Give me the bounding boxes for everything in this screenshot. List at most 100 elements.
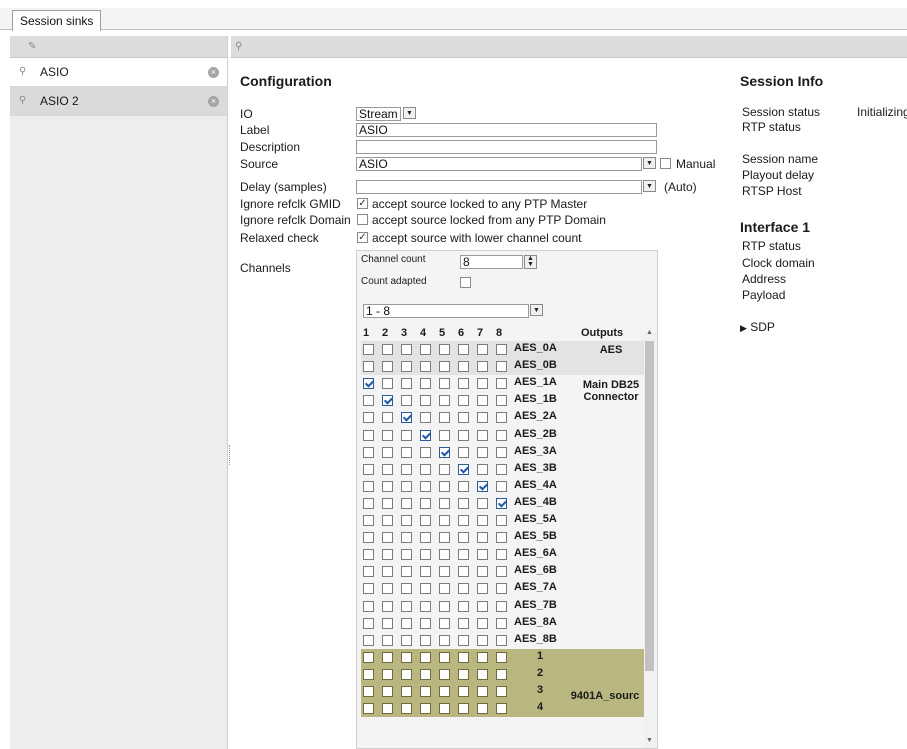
tab-session-sinks[interactable]: Session sinks	[12, 10, 102, 31]
routing-checkbox[interactable]	[496, 497, 507, 509]
routing-checkbox[interactable]	[401, 497, 412, 509]
routing-checkbox[interactable]	[382, 480, 393, 492]
routing-checkbox[interactable]	[439, 497, 450, 509]
routing-checkbox[interactable]	[496, 480, 507, 492]
routing-checkbox[interactable]	[458, 566, 469, 578]
routing-checkbox[interactable]	[439, 634, 450, 646]
routing-checkbox[interactable]	[363, 634, 374, 646]
routing-checkbox[interactable]	[401, 532, 412, 544]
routing-checkbox[interactable]	[382, 634, 393, 646]
channel-count-stepper[interactable]: 8	[460, 255, 523, 269]
routing-checkbox[interactable]	[477, 463, 488, 475]
routing-checkbox[interactable]	[420, 583, 431, 595]
routing-checkbox[interactable]	[477, 703, 488, 715]
routing-checkbox[interactable]	[420, 446, 431, 458]
routing-checkbox[interactable]	[496, 634, 507, 646]
routing-checkbox[interactable]	[420, 497, 431, 509]
routing-checkbox[interactable]	[439, 617, 450, 629]
routing-checkbox[interactable]	[363, 566, 374, 578]
routing-checkbox[interactable]	[382, 583, 393, 595]
close-icon[interactable]: ×	[208, 67, 219, 78]
routing-checkbox[interactable]	[420, 549, 431, 561]
routing-checkbox[interactable]	[382, 429, 393, 441]
manual-checkbox[interactable]	[660, 158, 671, 169]
routing-checkbox[interactable]	[439, 532, 450, 544]
routing-checkbox[interactable]	[496, 686, 507, 697]
routing-checkbox[interactable]	[382, 412, 393, 424]
routing-checkbox[interactable]	[458, 651, 469, 663]
routing-checkbox[interactable]	[401, 344, 412, 355]
routing-checkbox[interactable]	[439, 515, 450, 526]
routing-checkbox[interactable]	[401, 412, 412, 424]
routing-checkbox[interactable]	[458, 600, 469, 612]
routing-checkbox[interactable]	[382, 344, 393, 355]
routing-checkbox[interactable]	[477, 395, 488, 407]
routing-checkbox[interactable]	[496, 668, 507, 680]
routing-checkbox[interactable]	[496, 651, 507, 663]
routing-checkbox[interactable]	[458, 549, 469, 561]
routing-checkbox[interactable]	[496, 600, 507, 612]
routing-checkbox[interactable]	[477, 583, 488, 595]
routing-checkbox[interactable]	[477, 686, 488, 697]
routing-checkbox[interactable]	[363, 480, 374, 492]
routing-checkbox[interactable]	[477, 600, 488, 612]
routing-checkbox[interactable]	[458, 412, 469, 424]
routing-checkbox[interactable]	[496, 515, 507, 526]
routing-checkbox[interactable]	[458, 497, 469, 509]
routing-checkbox[interactable]	[401, 515, 412, 526]
routing-checkbox[interactable]	[458, 344, 469, 355]
routing-checkbox[interactable]	[496, 549, 507, 561]
label-input[interactable]: ASIO	[356, 123, 657, 137]
routing-checkbox[interactable]	[477, 344, 488, 355]
routing-checkbox[interactable]	[363, 686, 374, 697]
routing-checkbox[interactable]	[458, 583, 469, 595]
panel-splitter[interactable]	[229, 445, 231, 465]
routing-checkbox[interactable]	[439, 463, 450, 475]
add-sink-icon[interactable]: ✎	[28, 40, 44, 54]
routing-checkbox[interactable]	[382, 532, 393, 544]
routing-checkbox[interactable]	[439, 412, 450, 424]
routing-checkbox[interactable]	[401, 446, 412, 458]
routing-checkbox[interactable]	[382, 463, 393, 475]
routing-checkbox[interactable]	[382, 566, 393, 578]
routing-checkbox[interactable]	[439, 429, 450, 441]
routing-checkbox[interactable]	[458, 617, 469, 629]
routing-checkbox[interactable]	[477, 429, 488, 441]
routing-checkbox[interactable]	[496, 446, 507, 458]
stepper-arrows-icon[interactable]: ▲ ▼	[524, 255, 537, 269]
ignore-domain-checkbox[interactable]	[357, 214, 368, 225]
routing-checkbox[interactable]	[401, 634, 412, 646]
routing-checkbox[interactable]	[401, 600, 412, 612]
routing-checkbox[interactable]	[363, 600, 374, 612]
routing-checkbox[interactable]	[382, 446, 393, 458]
routing-checkbox[interactable]	[382, 703, 393, 715]
routing-checkbox[interactable]	[382, 686, 393, 697]
routing-checkbox[interactable]	[401, 549, 412, 561]
routing-checkbox[interactable]	[477, 412, 488, 424]
routing-checkbox[interactable]	[363, 703, 374, 715]
routing-checkbox[interactable]	[420, 344, 431, 355]
routing-checkbox[interactable]	[439, 600, 450, 612]
routing-checkbox[interactable]	[382, 378, 393, 390]
scroll-up-icon[interactable]: ▲	[646, 329, 653, 336]
scroll-down-icon[interactable]: ▼	[646, 737, 653, 744]
routing-checkbox[interactable]	[401, 378, 412, 390]
routing-checkbox[interactable]	[458, 532, 469, 544]
routing-checkbox[interactable]	[496, 463, 507, 475]
routing-checkbox[interactable]	[401, 480, 412, 492]
routing-checkbox[interactable]	[496, 532, 507, 544]
chevron-down-icon[interactable]: ▼	[530, 304, 543, 316]
routing-checkbox[interactable]	[458, 634, 469, 646]
routing-checkbox[interactable]	[458, 480, 469, 492]
routing-checkbox[interactable]	[458, 703, 469, 715]
routing-checkbox[interactable]	[477, 651, 488, 663]
routing-checkbox[interactable]	[401, 361, 412, 373]
routing-checkbox[interactable]	[401, 395, 412, 407]
channel-range-select[interactable]: 1 - 8	[363, 304, 529, 318]
routing-checkbox[interactable]	[420, 532, 431, 544]
sdp-toggle[interactable]: ▶ SDP	[740, 320, 775, 334]
routing-checkbox[interactable]	[458, 686, 469, 697]
routing-checkbox[interactable]	[363, 532, 374, 544]
delay-select[interactable]	[356, 180, 642, 194]
routing-checkbox[interactable]	[458, 515, 469, 526]
